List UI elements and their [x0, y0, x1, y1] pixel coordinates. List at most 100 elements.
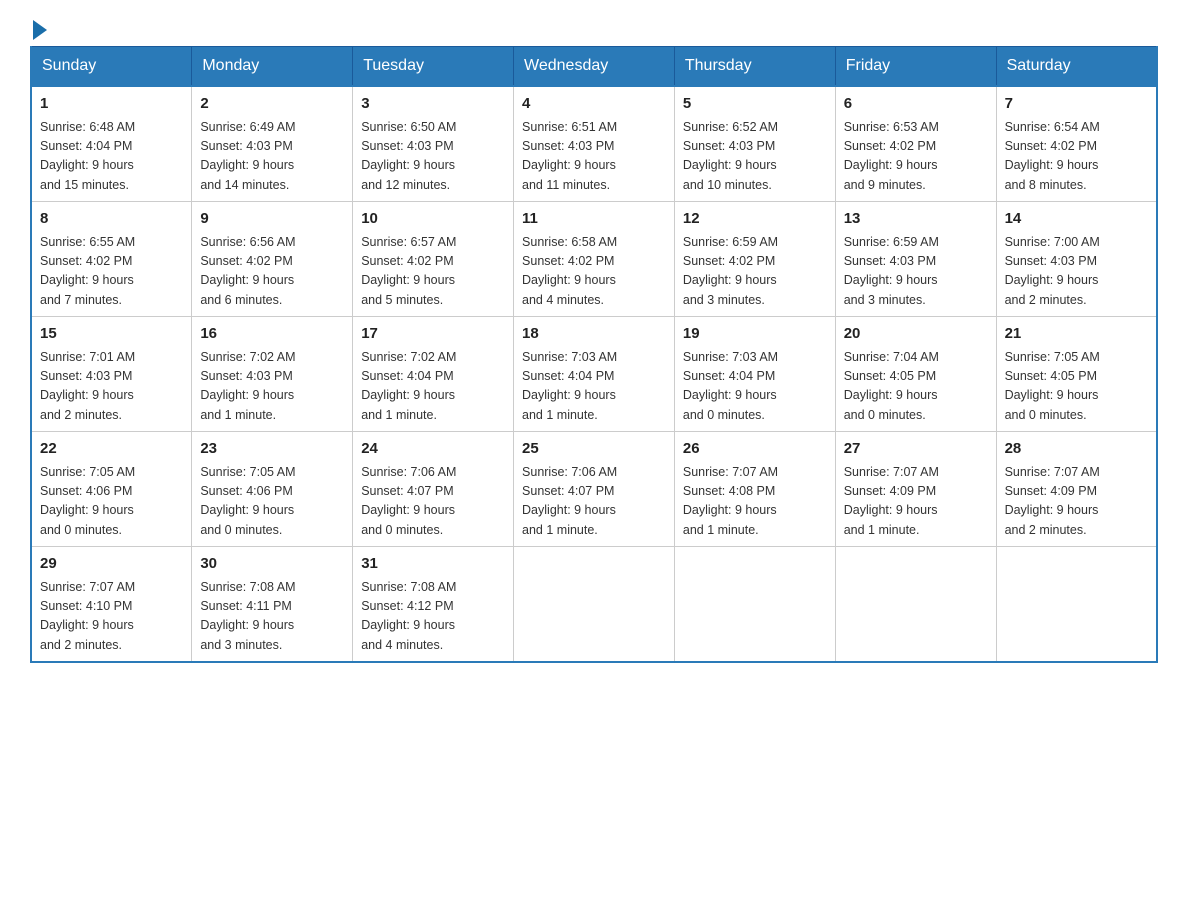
day-info: Sunrise: 7:03 AM Sunset: 4:04 PM Dayligh… [683, 348, 827, 426]
day-info: Sunrise: 6:59 AM Sunset: 4:02 PM Dayligh… [683, 233, 827, 311]
calendar-cell: 13Sunrise: 6:59 AM Sunset: 4:03 PM Dayli… [835, 202, 996, 317]
calendar-day-header: Wednesday [514, 47, 675, 87]
calendar-cell: 31Sunrise: 7:08 AM Sunset: 4:12 PM Dayli… [353, 547, 514, 663]
day-number: 5 [683, 93, 827, 116]
day-info: Sunrise: 6:48 AM Sunset: 4:04 PM Dayligh… [40, 118, 183, 196]
day-info: Sunrise: 6:56 AM Sunset: 4:02 PM Dayligh… [200, 233, 344, 311]
day-number: 27 [844, 438, 988, 461]
day-number: 25 [522, 438, 666, 461]
day-number: 28 [1005, 438, 1148, 461]
calendar-day-header: Saturday [996, 47, 1157, 87]
day-info: Sunrise: 6:53 AM Sunset: 4:02 PM Dayligh… [844, 118, 988, 196]
calendar-cell [674, 547, 835, 663]
day-info: Sunrise: 6:57 AM Sunset: 4:02 PM Dayligh… [361, 233, 505, 311]
day-info: Sunrise: 6:51 AM Sunset: 4:03 PM Dayligh… [522, 118, 666, 196]
day-info: Sunrise: 7:06 AM Sunset: 4:07 PM Dayligh… [522, 463, 666, 541]
day-number: 23 [200, 438, 344, 461]
calendar-cell: 1Sunrise: 6:48 AM Sunset: 4:04 PM Daylig… [31, 86, 192, 202]
day-info: Sunrise: 7:02 AM Sunset: 4:03 PM Dayligh… [200, 348, 344, 426]
day-number: 21 [1005, 323, 1148, 346]
calendar-cell: 25Sunrise: 7:06 AM Sunset: 4:07 PM Dayli… [514, 432, 675, 547]
calendar-table: SundayMondayTuesdayWednesdayThursdayFrid… [30, 46, 1158, 663]
day-info: Sunrise: 7:01 AM Sunset: 4:03 PM Dayligh… [40, 348, 183, 426]
day-info: Sunrise: 7:05 AM Sunset: 4:06 PM Dayligh… [40, 463, 183, 541]
day-number: 1 [40, 93, 183, 116]
day-number: 8 [40, 208, 183, 231]
day-number: 12 [683, 208, 827, 231]
day-info: Sunrise: 7:06 AM Sunset: 4:07 PM Dayligh… [361, 463, 505, 541]
day-info: Sunrise: 7:08 AM Sunset: 4:12 PM Dayligh… [361, 578, 505, 656]
day-number: 3 [361, 93, 505, 116]
calendar-cell: 27Sunrise: 7:07 AM Sunset: 4:09 PM Dayli… [835, 432, 996, 547]
day-info: Sunrise: 6:50 AM Sunset: 4:03 PM Dayligh… [361, 118, 505, 196]
calendar-cell: 23Sunrise: 7:05 AM Sunset: 4:06 PM Dayli… [192, 432, 353, 547]
calendar-cell: 8Sunrise: 6:55 AM Sunset: 4:02 PM Daylig… [31, 202, 192, 317]
calendar-cell: 26Sunrise: 7:07 AM Sunset: 4:08 PM Dayli… [674, 432, 835, 547]
day-number: 6 [844, 93, 988, 116]
day-number: 14 [1005, 208, 1148, 231]
calendar-cell [835, 547, 996, 663]
day-info: Sunrise: 7:04 AM Sunset: 4:05 PM Dayligh… [844, 348, 988, 426]
day-number: 24 [361, 438, 505, 461]
day-info: Sunrise: 7:08 AM Sunset: 4:11 PM Dayligh… [200, 578, 344, 656]
day-number: 19 [683, 323, 827, 346]
calendar-day-header: Thursday [674, 47, 835, 87]
calendar-cell: 30Sunrise: 7:08 AM Sunset: 4:11 PM Dayli… [192, 547, 353, 663]
day-number: 13 [844, 208, 988, 231]
calendar-week-row: 8Sunrise: 6:55 AM Sunset: 4:02 PM Daylig… [31, 202, 1157, 317]
calendar-cell: 15Sunrise: 7:01 AM Sunset: 4:03 PM Dayli… [31, 317, 192, 432]
day-number: 4 [522, 93, 666, 116]
calendar-cell: 24Sunrise: 7:06 AM Sunset: 4:07 PM Dayli… [353, 432, 514, 547]
day-info: Sunrise: 7:07 AM Sunset: 4:09 PM Dayligh… [1005, 463, 1148, 541]
logo-arrow-icon [33, 20, 47, 40]
day-number: 18 [522, 323, 666, 346]
day-number: 10 [361, 208, 505, 231]
day-number: 11 [522, 208, 666, 231]
page-header [30, 20, 1158, 36]
calendar-day-header: Tuesday [353, 47, 514, 87]
calendar-header-row: SundayMondayTuesdayWednesdayThursdayFrid… [31, 47, 1157, 87]
day-number: 31 [361, 553, 505, 576]
calendar-week-row: 1Sunrise: 6:48 AM Sunset: 4:04 PM Daylig… [31, 86, 1157, 202]
day-info: Sunrise: 6:59 AM Sunset: 4:03 PM Dayligh… [844, 233, 988, 311]
calendar-cell: 28Sunrise: 7:07 AM Sunset: 4:09 PM Dayli… [996, 432, 1157, 547]
calendar-cell: 4Sunrise: 6:51 AM Sunset: 4:03 PM Daylig… [514, 86, 675, 202]
calendar-cell: 3Sunrise: 6:50 AM Sunset: 4:03 PM Daylig… [353, 86, 514, 202]
calendar-cell: 10Sunrise: 6:57 AM Sunset: 4:02 PM Dayli… [353, 202, 514, 317]
day-number: 30 [200, 553, 344, 576]
day-info: Sunrise: 7:07 AM Sunset: 4:09 PM Dayligh… [844, 463, 988, 541]
calendar-day-header: Sunday [31, 47, 192, 87]
calendar-cell: 16Sunrise: 7:02 AM Sunset: 4:03 PM Dayli… [192, 317, 353, 432]
day-number: 17 [361, 323, 505, 346]
day-info: Sunrise: 6:49 AM Sunset: 4:03 PM Dayligh… [200, 118, 344, 196]
day-number: 20 [844, 323, 988, 346]
day-number: 22 [40, 438, 183, 461]
day-info: Sunrise: 6:54 AM Sunset: 4:02 PM Dayligh… [1005, 118, 1148, 196]
calendar-cell [514, 547, 675, 663]
calendar-week-row: 22Sunrise: 7:05 AM Sunset: 4:06 PM Dayli… [31, 432, 1157, 547]
day-info: Sunrise: 7:00 AM Sunset: 4:03 PM Dayligh… [1005, 233, 1148, 311]
day-info: Sunrise: 7:07 AM Sunset: 4:10 PM Dayligh… [40, 578, 183, 656]
calendar-cell: 19Sunrise: 7:03 AM Sunset: 4:04 PM Dayli… [674, 317, 835, 432]
logo [30, 20, 47, 36]
day-number: 26 [683, 438, 827, 461]
calendar-week-row: 15Sunrise: 7:01 AM Sunset: 4:03 PM Dayli… [31, 317, 1157, 432]
calendar-cell: 22Sunrise: 7:05 AM Sunset: 4:06 PM Dayli… [31, 432, 192, 547]
day-info: Sunrise: 6:58 AM Sunset: 4:02 PM Dayligh… [522, 233, 666, 311]
calendar-cell: 5Sunrise: 6:52 AM Sunset: 4:03 PM Daylig… [674, 86, 835, 202]
day-number: 15 [40, 323, 183, 346]
day-info: Sunrise: 7:07 AM Sunset: 4:08 PM Dayligh… [683, 463, 827, 541]
calendar-cell: 14Sunrise: 7:00 AM Sunset: 4:03 PM Dayli… [996, 202, 1157, 317]
day-info: Sunrise: 7:02 AM Sunset: 4:04 PM Dayligh… [361, 348, 505, 426]
day-number: 9 [200, 208, 344, 231]
day-info: Sunrise: 7:05 AM Sunset: 4:05 PM Dayligh… [1005, 348, 1148, 426]
calendar-cell: 7Sunrise: 6:54 AM Sunset: 4:02 PM Daylig… [996, 86, 1157, 202]
day-number: 29 [40, 553, 183, 576]
calendar-cell: 20Sunrise: 7:04 AM Sunset: 4:05 PM Dayli… [835, 317, 996, 432]
calendar-cell: 17Sunrise: 7:02 AM Sunset: 4:04 PM Dayli… [353, 317, 514, 432]
calendar-day-header: Friday [835, 47, 996, 87]
day-number: 16 [200, 323, 344, 346]
calendar-cell: 6Sunrise: 6:53 AM Sunset: 4:02 PM Daylig… [835, 86, 996, 202]
day-info: Sunrise: 6:52 AM Sunset: 4:03 PM Dayligh… [683, 118, 827, 196]
calendar-cell: 11Sunrise: 6:58 AM Sunset: 4:02 PM Dayli… [514, 202, 675, 317]
